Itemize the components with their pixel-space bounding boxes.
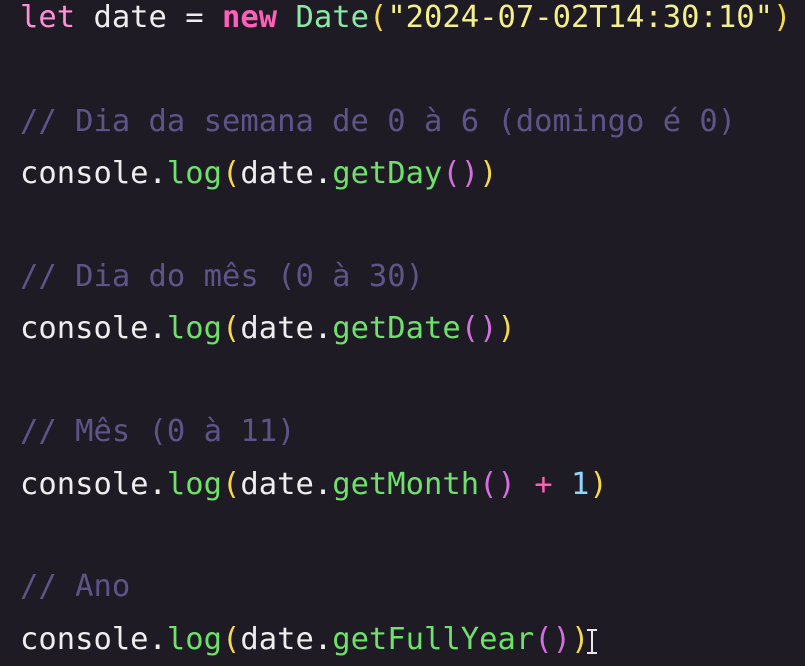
code-editor[interactable]: let date = new Date("2024-07-02T14:30:10… bbox=[0, 0, 805, 666]
code-line-8-comment[interactable]: // Ano bbox=[20, 567, 130, 607]
getday-call: getDay bbox=[332, 156, 443, 191]
keyword-new: new bbox=[222, 0, 278, 35]
close-paren: ) bbox=[479, 156, 498, 191]
console-object: console. bbox=[20, 156, 167, 191]
open-paren: ( bbox=[222, 156, 241, 191]
log-method: log bbox=[166, 467, 222, 502]
date-target: date. bbox=[240, 467, 333, 502]
open-paren: ( bbox=[222, 311, 241, 346]
date-target: date. bbox=[240, 622, 333, 657]
code-line-3[interactable]: console.log(date.getDay()) bbox=[20, 154, 498, 194]
console-object: console. bbox=[20, 622, 167, 657]
console-object: console. bbox=[20, 467, 167, 502]
class-date: Date bbox=[295, 0, 369, 35]
log-method: log bbox=[166, 622, 222, 657]
code-line-7[interactable]: console.log(date.getMonth() + 1) bbox=[20, 465, 608, 505]
getdate-call: getDate bbox=[332, 311, 461, 346]
call-parens: () bbox=[479, 467, 516, 502]
variable-date: date bbox=[75, 0, 186, 35]
code-line-6-comment[interactable]: // Mês (0 à 11) bbox=[20, 412, 295, 452]
text-ibeam-cursor-icon bbox=[586, 629, 598, 655]
log-method: log bbox=[166, 156, 222, 191]
plus-operator: + bbox=[515, 467, 571, 502]
call-parens: () bbox=[534, 622, 571, 657]
date-string: "2024-07-02T14:30:10" bbox=[387, 0, 773, 35]
date-target: date. bbox=[240, 311, 333, 346]
code-line-2-comment[interactable]: // Dia da semana de 0 à 6 (domingo é 0) bbox=[20, 102, 736, 142]
assign-operator: = bbox=[185, 0, 223, 35]
code-line-5[interactable]: console.log(date.getDate()) bbox=[20, 309, 516, 349]
open-paren: ( bbox=[222, 622, 241, 657]
keyword-let: let bbox=[20, 0, 76, 35]
close-paren: ) bbox=[497, 311, 516, 346]
close-paren: ) bbox=[589, 467, 608, 502]
log-method: log bbox=[166, 311, 222, 346]
open-paren: ( bbox=[368, 0, 388, 35]
console-object: console. bbox=[20, 311, 167, 346]
code-line-4-comment[interactable]: // Dia do mês (0 à 30) bbox=[20, 257, 424, 297]
date-target: date. bbox=[240, 156, 333, 191]
getmonth-call: getMonth bbox=[332, 467, 480, 502]
close-paren: ) bbox=[772, 0, 792, 35]
number-literal: 1 bbox=[570, 467, 590, 502]
call-parens: () bbox=[442, 156, 480, 191]
call-parens: () bbox=[460, 311, 498, 346]
code-line-9[interactable]: console.log(date.getFullYear()) bbox=[20, 620, 589, 660]
code-line-1[interactable]: let date = new Date("2024-07-02T14:30:10… bbox=[20, 0, 791, 38]
open-paren: ( bbox=[222, 467, 241, 502]
getfullyear-call: getFullYear bbox=[332, 622, 535, 657]
